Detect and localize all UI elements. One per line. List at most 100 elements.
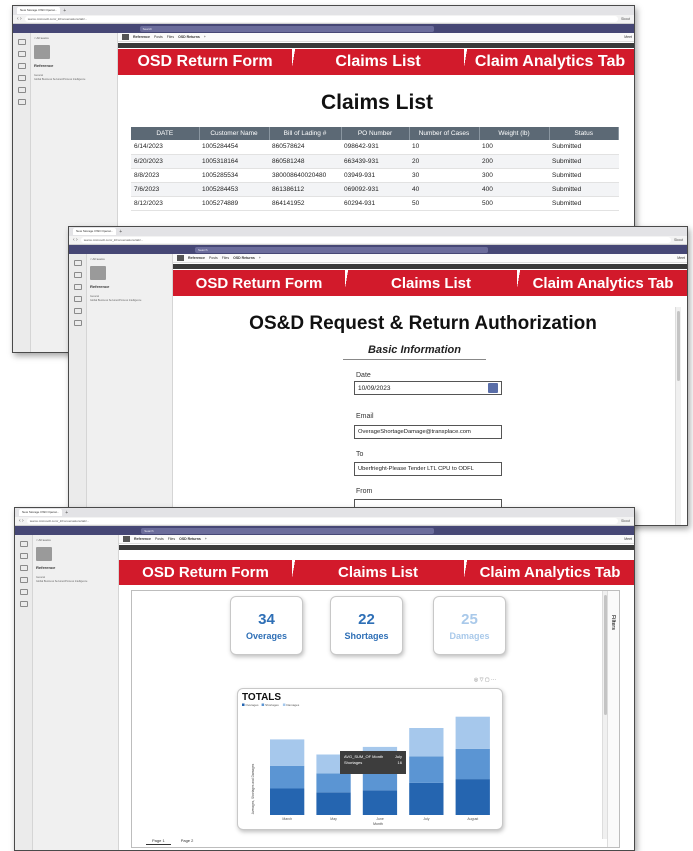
table-row[interactable]: 8/12/2023 1005274889 864141952 60294-931 50 5… [131, 196, 619, 211]
add-tab-button[interactable]: + [259, 256, 261, 260]
col-weight[interactable]: Weight (lb) [479, 127, 550, 140]
table-row[interactable]: 6/20/2023 1005318164 860581248 663439-931 20… [131, 154, 619, 169]
teams-search-input[interactable]: Search [141, 527, 435, 534]
tab-osd-returns[interactable]: OSD Returns [179, 537, 201, 541]
bar-overages-march[interactable] [270, 788, 305, 816]
calendar-icon[interactable] [73, 296, 82, 302]
files-icon[interactable] [19, 601, 28, 607]
to-field[interactable]: Uberfrieght-Please Tender LTL CPU to ODF… [354, 462, 502, 476]
teams-search-input[interactable]: Search [139, 25, 434, 32]
bar-overages-july[interactable] [409, 782, 444, 815]
tab-claims-list[interactable]: Claims List [292, 49, 464, 75]
bar-overages-may[interactable] [316, 792, 351, 815]
page-tab-1[interactable]: Page 1 [146, 837, 171, 845]
activity-icon[interactable] [73, 260, 82, 266]
chat-icon[interactable] [73, 272, 82, 278]
table-row[interactable]: 8/8/2023 1005285534 380008640020480 03949-9… [131, 168, 619, 183]
chat-icon[interactable] [17, 51, 26, 57]
files-icon[interactable] [17, 99, 26, 105]
back-to-teams-link[interactable]: < All teams [36, 538, 115, 542]
bar-overages-june[interactable] [362, 790, 398, 815]
back-arrow-icon[interactable]: ‹ › [73, 237, 78, 243]
col-bol[interactable]: Bill of Lading # [269, 127, 342, 140]
tab-osd-return-form[interactable]: OSD Return Form [118, 49, 292, 75]
add-tab-button[interactable]: + [204, 35, 206, 39]
legend-swatch-overages[interactable] [242, 703, 245, 707]
col-customer[interactable]: Customer Name [199, 127, 270, 140]
bar-shortages-june[interactable] [362, 771, 398, 791]
tab-posts[interactable]: Posts [209, 256, 218, 260]
url-field[interactable]: teams.microsoft.com/_#/conversations/tab… [26, 518, 619, 524]
legend-swatch-shortages[interactable] [261, 703, 265, 707]
bar-shortages-march[interactable] [270, 765, 305, 789]
tab-posts[interactable]: Posts [155, 537, 164, 541]
files-icon[interactable] [73, 320, 82, 326]
tab-posts[interactable]: Posts [154, 35, 163, 39]
meet-button[interactable]: Meet [624, 537, 632, 541]
legend-swatch-damages[interactable] [282, 703, 286, 707]
col-po[interactable]: PO Number [341, 127, 410, 140]
calendar-icon[interactable] [19, 577, 28, 583]
teams-search-input[interactable]: Search [195, 246, 488, 253]
more-options-icon[interactable]: ··· [491, 677, 496, 683]
back-to-teams-link[interactable]: < All teams [90, 257, 169, 261]
url-field[interactable]: teams.microsoft.com/_#/conversations/tab… [24, 16, 619, 22]
browser-tab[interactable]: New Storage OSD Operat... [73, 228, 117, 235]
tab-claims-list[interactable]: Claims List [292, 560, 464, 585]
bar-overages-august[interactable] [455, 779, 490, 815]
activity-icon[interactable] [19, 541, 28, 547]
email-field[interactable]: OverageShortageDamage@transplace.com [354, 425, 502, 439]
calendar-icon[interactable] [488, 383, 498, 393]
tab-files[interactable]: Files [168, 537, 175, 541]
new-tab-button[interactable]: + [63, 8, 66, 14]
page-tab-2[interactable]: Page 2 [174, 837, 200, 845]
table-row[interactable]: 7/6/2023 1005284453 861386112 069092-931 40 4… [131, 182, 619, 197]
filter-icon[interactable]: ▽ [480, 677, 484, 683]
bar-shortages-may[interactable] [316, 773, 351, 793]
bar-damages-august[interactable] [455, 716, 490, 749]
browser-tab[interactable]: New Storage OSD Operat... [19, 509, 63, 516]
tab-claim-analytics[interactable]: Claim Analytics Tab [464, 560, 634, 585]
chat-icon[interactable] [19, 553, 28, 559]
channel-link[interactable]: Global Business Services/Process Intelli… [90, 299, 169, 302]
tab-osd-returns[interactable]: OSD Returns [233, 256, 255, 260]
col-status[interactable]: Status [549, 127, 619, 140]
tab-osd-return-form[interactable]: OSD Return Form [119, 560, 292, 585]
channel-link[interactable]: Global Business Services/Process Intelli… [36, 580, 115, 583]
teams-icon[interactable] [73, 284, 82, 290]
tab-files[interactable]: Files [167, 35, 174, 39]
back-to-teams-link[interactable]: < All teams [34, 36, 114, 40]
calls-icon[interactable] [17, 87, 26, 93]
profile-button[interactable]: Skout [674, 238, 683, 242]
col-date[interactable]: DATE [131, 127, 200, 140]
bar-damages-july[interactable] [409, 728, 444, 757]
channel-link[interactable]: Global Business Services/Process Intelli… [34, 78, 114, 81]
general-channel-label[interactable]: General [34, 74, 114, 77]
table-row[interactable]: 6/14/2023 1005284454 860578624 098642-931 10… [131, 140, 619, 155]
browser-tab[interactable]: New Storage OSD Operat... [17, 7, 61, 14]
focus-mode-icon[interactable]: ◎ [474, 677, 478, 683]
profile-button[interactable]: Skout [621, 17, 630, 21]
new-tab-button[interactable]: + [119, 229, 122, 235]
scrollbar-thumb[interactable] [677, 311, 680, 381]
meet-button[interactable]: Meet [677, 256, 685, 260]
calls-icon[interactable] [19, 589, 28, 595]
form-scrollbar[interactable] [675, 307, 681, 525]
general-channel-label[interactable]: General [36, 576, 115, 579]
activity-icon[interactable] [17, 39, 26, 45]
back-arrow-icon[interactable]: ‹ › [19, 518, 24, 524]
tab-claim-analytics[interactable]: Claim Analytics Tab [517, 270, 687, 296]
calls-icon[interactable] [73, 308, 82, 314]
new-tab-button[interactable]: + [65, 510, 68, 516]
add-tab-button[interactable]: + [205, 537, 207, 541]
url-field[interactable]: teams.microsoft.com/_#/conversations/tab… [80, 237, 672, 243]
bar-damages-march[interactable] [270, 739, 305, 766]
tab-osd-return-form[interactable]: OSD Return Form [173, 270, 345, 296]
tab-claims-list[interactable]: Claims List [345, 270, 517, 296]
filters-label[interactable]: Filters [610, 615, 616, 630]
bar-shortages-july[interactable] [409, 756, 444, 783]
teams-icon[interactable] [19, 565, 28, 571]
date-field[interactable]: 10/09/2023 [354, 381, 502, 395]
tab-claim-analytics[interactable]: Claim Analytics Tab [464, 49, 634, 75]
calendar-icon[interactable] [17, 75, 26, 81]
